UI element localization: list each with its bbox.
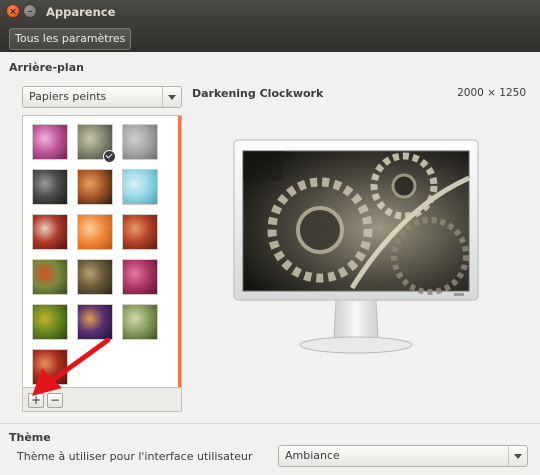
wallpaper-source-dropdown[interactable]: Papiers peints [22, 86, 182, 108]
wallpaper-thumbnail-poppies[interactable] [32, 259, 68, 295]
wallpaper-thumbnail-pink-bokeh[interactable] [32, 124, 68, 160]
wallpaper-name: Darkening Clockwork [192, 87, 324, 100]
wallpaper-scrollbar[interactable] [178, 116, 181, 387]
wallpaper-source-value: Papiers peints [29, 90, 107, 103]
close-window-button[interactable]: × [6, 4, 20, 18]
minimize-icon: – [27, 7, 33, 17]
wallpaper-thumbnail-grass[interactable] [122, 304, 158, 340]
wallpaper-thumbnail-magenta-bokeh[interactable] [122, 259, 158, 295]
divider [0, 423, 540, 424]
selected-check-icon [103, 150, 116, 163]
wallpaper-thumbnail-dark-abstract[interactable] [32, 169, 68, 205]
chevron-down-icon [162, 87, 181, 107]
wallpaper-thumbnail-darkening-clockwork[interactable] [77, 124, 116, 163]
theme-value: Ambiance [285, 449, 340, 462]
wallpaper-preview-monitor [233, 139, 479, 354]
annotation-arrow [32, 337, 111, 396]
theme-dropdown[interactable]: Ambiance [278, 445, 528, 467]
title-bar: × – Apparence [0, 0, 540, 24]
theme-description-label: Thème à utiliser pour l'interface utilis… [17, 450, 253, 463]
wallpaper-thumbnail-sunset-field[interactable] [77, 169, 113, 205]
wallpaper-thumbnail-red-trees[interactable] [32, 214, 68, 250]
close-icon: × [9, 7, 17, 17]
theme-section-title: Thème [9, 431, 51, 444]
wallpaper-thumbnail-cyan-drops[interactable] [122, 169, 158, 205]
wallpaper-thumbnail-grey-leaf[interactable] [122, 124, 158, 160]
minimize-window-button[interactable]: – [23, 4, 37, 18]
window-title: Apparence [46, 5, 116, 19]
wallpaper-thumbnail-fountain-pen[interactable] [77, 259, 113, 295]
all-settings-button[interactable]: Tous les paramètres [9, 28, 132, 50]
wallpaper-thumbnail-red-landscape[interactable] [122, 214, 158, 250]
chevron-down-icon [508, 446, 527, 466]
toolbar: Tous les paramètres [0, 24, 540, 52]
background-section-title: Arrière-plan [9, 61, 84, 74]
wallpaper-dimensions: 2000 × 1250 [457, 87, 526, 99]
wallpaper-thumbnail-orange-leaves[interactable] [77, 214, 113, 250]
